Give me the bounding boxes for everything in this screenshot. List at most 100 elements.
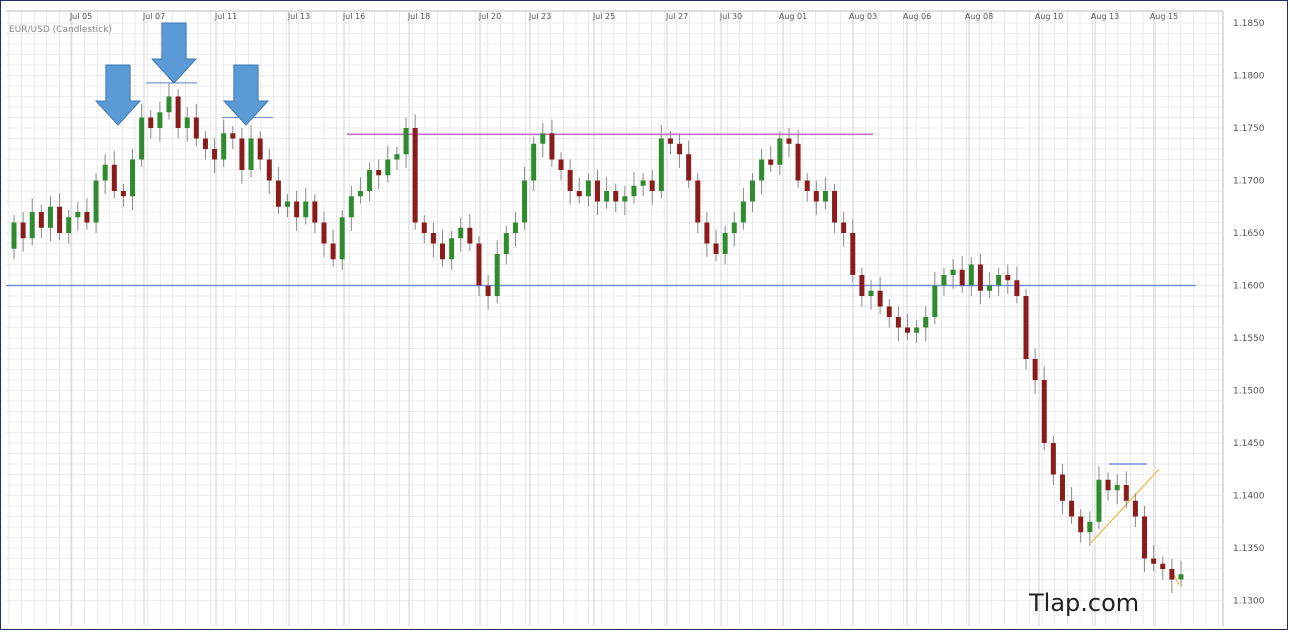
candle-down <box>786 138 792 144</box>
candle-down <box>576 191 582 197</box>
y-tick-label: 1.1350 <box>1233 544 1265 554</box>
candle-down <box>1142 516 1148 559</box>
candle-up <box>941 275 947 286</box>
candle-up <box>1087 521 1093 533</box>
candle-up <box>822 191 828 202</box>
candle-down <box>440 243 446 260</box>
candle-down <box>20 222 26 239</box>
candle-down <box>649 180 655 191</box>
candle-up <box>221 133 227 160</box>
x-tick-label: Jul 20 <box>478 12 501 21</box>
y-tick-label: 1.1450 <box>1233 439 1265 449</box>
y-tick-label: 1.1850 <box>1233 19 1265 29</box>
candle-up <box>248 138 254 170</box>
candle-down <box>312 201 318 223</box>
candle-down <box>850 233 856 275</box>
candle-down <box>376 170 382 176</box>
y-tick-label: 1.1700 <box>1233 177 1265 187</box>
candle-up <box>640 180 646 186</box>
candle-up <box>522 180 528 223</box>
candle-down <box>1059 474 1065 501</box>
candle-up <box>631 185 637 197</box>
candle-up <box>1096 479 1102 522</box>
candle-up <box>66 217 72 233</box>
y-tick-label: 1.1300 <box>1233 597 1265 607</box>
candle-up <box>749 180 755 202</box>
candle-up <box>303 201 309 218</box>
x-tick-label: Aug 13 <box>1091 12 1119 21</box>
x-tick-label: Aug 06 <box>903 12 931 21</box>
candle-down <box>841 222 847 233</box>
candle-down <box>421 222 427 233</box>
candle-down <box>549 133 555 160</box>
candle-down <box>959 269 965 286</box>
candle-down <box>686 154 692 181</box>
down-arrow-icon <box>150 22 198 84</box>
candle-up <box>93 180 99 223</box>
candle-down <box>1132 500 1138 517</box>
candle-down <box>677 143 683 155</box>
x-tick-label: Jul 25 <box>592 12 615 21</box>
candle-up <box>987 285 993 291</box>
candle-down <box>476 243 482 286</box>
candle-down <box>768 159 774 165</box>
candle-down <box>1151 558 1157 564</box>
candle-up <box>932 285 938 317</box>
candle-up <box>777 138 783 165</box>
x-tick-label: Aug 03 <box>849 12 877 21</box>
candle-down <box>430 233 436 244</box>
y-tick-label: 1.1750 <box>1233 124 1265 134</box>
candle-down <box>1005 275 1011 281</box>
down-arrow-icon <box>222 64 270 126</box>
candle-down <box>111 164 117 191</box>
candle-up <box>950 269 956 275</box>
candle-up <box>139 117 145 160</box>
candle-down <box>886 306 892 317</box>
candle-up <box>1114 485 1120 491</box>
candle-down <box>704 222 710 244</box>
candle-down <box>1078 516 1084 533</box>
candle-up <box>458 227 464 239</box>
candle-up <box>540 133 546 144</box>
candle-down <box>1014 280 1020 296</box>
candle-down <box>148 117 154 128</box>
candlestick-chart: Jul 05 Jul 07 Jul 11 Jul 13 Jul 16 Jul 18 Jul … <box>6 10 1265 626</box>
candle-down <box>412 128 418 223</box>
x-tick-label: Jul 23 <box>528 12 551 21</box>
candle-up <box>47 206 53 228</box>
candle-down <box>804 180 810 191</box>
x-tick-label: Aug 15 <box>1150 12 1178 21</box>
candle-down <box>832 191 838 223</box>
candle-up <box>740 201 746 223</box>
candle-up <box>923 317 929 328</box>
candle-up <box>75 212 81 218</box>
candle-down <box>239 138 245 170</box>
candle-up <box>531 143 537 181</box>
chart-frame: Jul 05 Jul 07 Jul 11 Jul 13 Jul 16 Jul 18 Jul … <box>0 0 1288 630</box>
candle-down <box>567 170 573 191</box>
x-tick-label: Jul 30 <box>719 12 742 21</box>
candle-up <box>367 170 373 191</box>
x-tick-label: Jul 07 <box>142 12 165 21</box>
candle-up <box>731 222 737 233</box>
candle-down <box>330 243 336 260</box>
candle-up <box>968 264 974 286</box>
candle-down <box>275 180 281 207</box>
candle-down <box>895 317 901 328</box>
candle-down <box>877 290 883 307</box>
candle-up <box>130 159 136 197</box>
candle-up <box>604 191 610 202</box>
y-tick-label: 1.1500 <box>1233 387 1265 397</box>
candle-up <box>357 191 363 197</box>
candle-down <box>558 159 564 170</box>
candle-down <box>667 138 673 144</box>
candle-down <box>120 191 126 197</box>
x-axis: Jul 05 Jul 07 Jul 11 Jul 13 Jul 16 Jul 18 Jul … <box>69 12 1178 21</box>
candle-up <box>759 159 765 181</box>
arrow-markers <box>94 22 270 126</box>
y-axis: 1.1850 1.1800 1.1750 1.1700 1.1650 1.1600 1.15… <box>1233 19 1265 607</box>
x-tick-label: Aug 08 <box>965 12 993 21</box>
x-tick-label: Aug 10 <box>1035 12 1063 21</box>
y-tick-label: 1.1600 <box>1233 282 1265 292</box>
candle-up <box>184 117 190 128</box>
